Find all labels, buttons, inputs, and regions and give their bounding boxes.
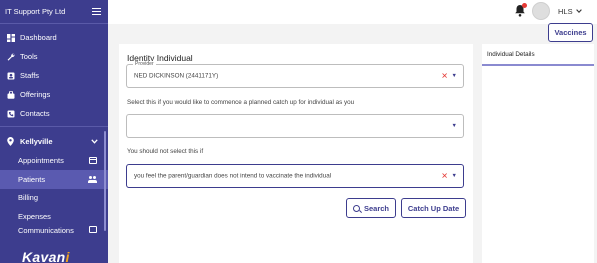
sidebar-item-billing-label: Billing [18,193,39,203]
tab-underline [482,64,594,66]
clear-icon[interactable]: ✕ [441,72,448,81]
nav-dashboard-label: Dashboard [20,33,57,42]
sidebar: IT Support Pty Ltd Dashboard Tools Staff… [0,0,108,263]
wrench-icon [7,53,15,61]
company-name: IT Support Pty Ltd [5,7,66,16]
provider-select[interactable]: Provider NED DICKINSON (2441171Y) ✕ ▼ [126,61,464,88]
sidebar-item-expenses[interactable]: Expenses [0,207,108,226]
sidebar-item-appointments-label: Appointments [18,155,64,165]
nav-staffs[interactable]: Staffs [0,66,108,85]
sidebar-item-appointments[interactable]: Appointments [0,151,108,170]
location-name: Kellyville [20,136,53,146]
search-button[interactable]: Search [346,198,396,218]
catch-up-date-button[interactable]: Catch Up Date [401,198,466,218]
nav-tools[interactable]: Tools [0,47,108,66]
reason-clear-icon[interactable]: ✕ [441,172,448,181]
bag-icon [7,90,15,99]
location-pin-icon [7,137,15,146]
bell-icon[interactable] [514,3,527,17]
catchup-prompt: Select this if you would like to commenc… [127,99,355,106]
sidebar-item-billing[interactable]: Billing [0,189,108,208]
individual-details-panel: Individual Details [482,44,594,263]
location-selector[interactable]: Kellyville [0,131,108,151]
user-chevron-down-icon [575,8,582,15]
nav-tools-label: Tools [20,52,38,61]
dropdown-caret-icon[interactable]: ▼ [452,73,457,79]
user-menu[interactable]: HLS [558,7,582,16]
staff-icon [7,72,15,80]
sidebar-item-expenses-label: Expenses [18,212,51,222]
catchup-caret-icon[interactable]: ▼ [452,123,457,129]
search-icon [352,204,360,212]
nav-offerings-label: Offerings [20,90,51,99]
chevron-down-icon [91,137,98,146]
sidebar-item-patients[interactable]: Patients [0,169,108,189]
reason-caret-icon[interactable]: ▼ [452,173,457,179]
avatar[interactable] [532,2,550,20]
company-header: IT Support Pty Ltd [0,0,108,24]
reason-value: you feel the parent/guardian does not in… [134,172,332,180]
sidebar-item-communications[interactable]: Communications [0,226,108,238]
tab-individual-details[interactable]: Individual Details [487,51,535,58]
message-icon [89,226,97,234]
top-bar: HLS [108,0,597,24]
notification-badge [522,3,527,8]
sidebar-scrollbar[interactable] [104,131,106,231]
people-icon [88,175,97,183]
identity-individual-card: Identity Individual Provider NED DICKINS… [119,44,473,263]
sidebar-divider [0,126,108,127]
sidebar-item-patients-label: Patients [18,174,46,184]
user-initials: HLS [558,7,573,16]
dashboard-icon [7,33,15,42]
nav-dashboard[interactable]: Dashboard [0,28,108,47]
menu-toggle-icon[interactable] [92,8,101,15]
reason-prompt: You should not select this if [127,148,204,155]
catchup-select[interactable]: ▼ [126,114,464,138]
nav-contacts-label: Contacts [20,109,50,118]
nav-staffs-label: Staffs [20,71,40,80]
provider-legend: Provider [133,61,156,67]
phone-icon [7,110,15,118]
provider-value: NED DICKINSON (2441171Y) [134,72,219,80]
search-button-label: Search [363,203,390,213]
nav-offerings[interactable]: Offerings [0,85,108,104]
kavanii-logo: Kavani [22,249,70,263]
calendar-icon [89,156,97,164]
vaccines-button[interactable]: Vaccines [548,23,593,42]
nav-contacts[interactable]: Contacts [0,104,108,123]
sidebar-item-communications-label: Communications [18,226,74,236]
reason-select[interactable]: you feel the parent/guardian does not in… [126,164,464,188]
